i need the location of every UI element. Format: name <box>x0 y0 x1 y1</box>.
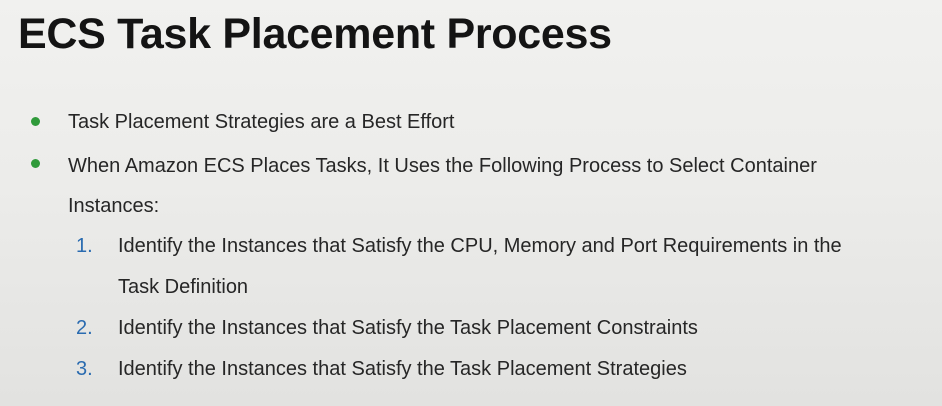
step-number: 3. <box>76 358 93 380</box>
bullet-text: When Amazon ECS Places Tasks, It Uses th… <box>68 155 817 177</box>
process-steps-list: 1. Identify the Instances that Satisfy t… <box>68 226 942 390</box>
step-text: Identify the Instances that Satisfy the … <box>118 317 698 339</box>
bullet-text: Task Placement Strategies are a Best Eff… <box>68 111 455 133</box>
bullet-item: When Amazon ECS Places Tasks, It Uses th… <box>0 146 942 390</box>
step-text: Identify the Instances that Satisfy the … <box>118 235 842 257</box>
bullet-dot-icon <box>31 159 40 168</box>
bullet-list: Task Placement Strategies are a Best Eff… <box>0 104 942 390</box>
process-step: 2. Identify the Instances that Satisfy t… <box>0 308 942 349</box>
step-text: Identify the Instances that Satisfy the … <box>118 358 687 380</box>
process-step: 1. Identify the Instances that Satisfy t… <box>0 226 942 308</box>
process-step: 3. Identify the Instances that Satisfy t… <box>0 349 942 390</box>
slide-title: ECS Task Placement Process <box>18 10 612 58</box>
step-number: 1. <box>76 235 93 257</box>
step-number: 2. <box>76 317 93 339</box>
step-text-continuation: Task Definition <box>118 276 249 298</box>
bullet-item: Task Placement Strategies are a Best Eff… <box>0 104 942 140</box>
bullet-text-continuation: Instances: <box>68 195 160 217</box>
bullet-dot-icon <box>31 117 40 126</box>
